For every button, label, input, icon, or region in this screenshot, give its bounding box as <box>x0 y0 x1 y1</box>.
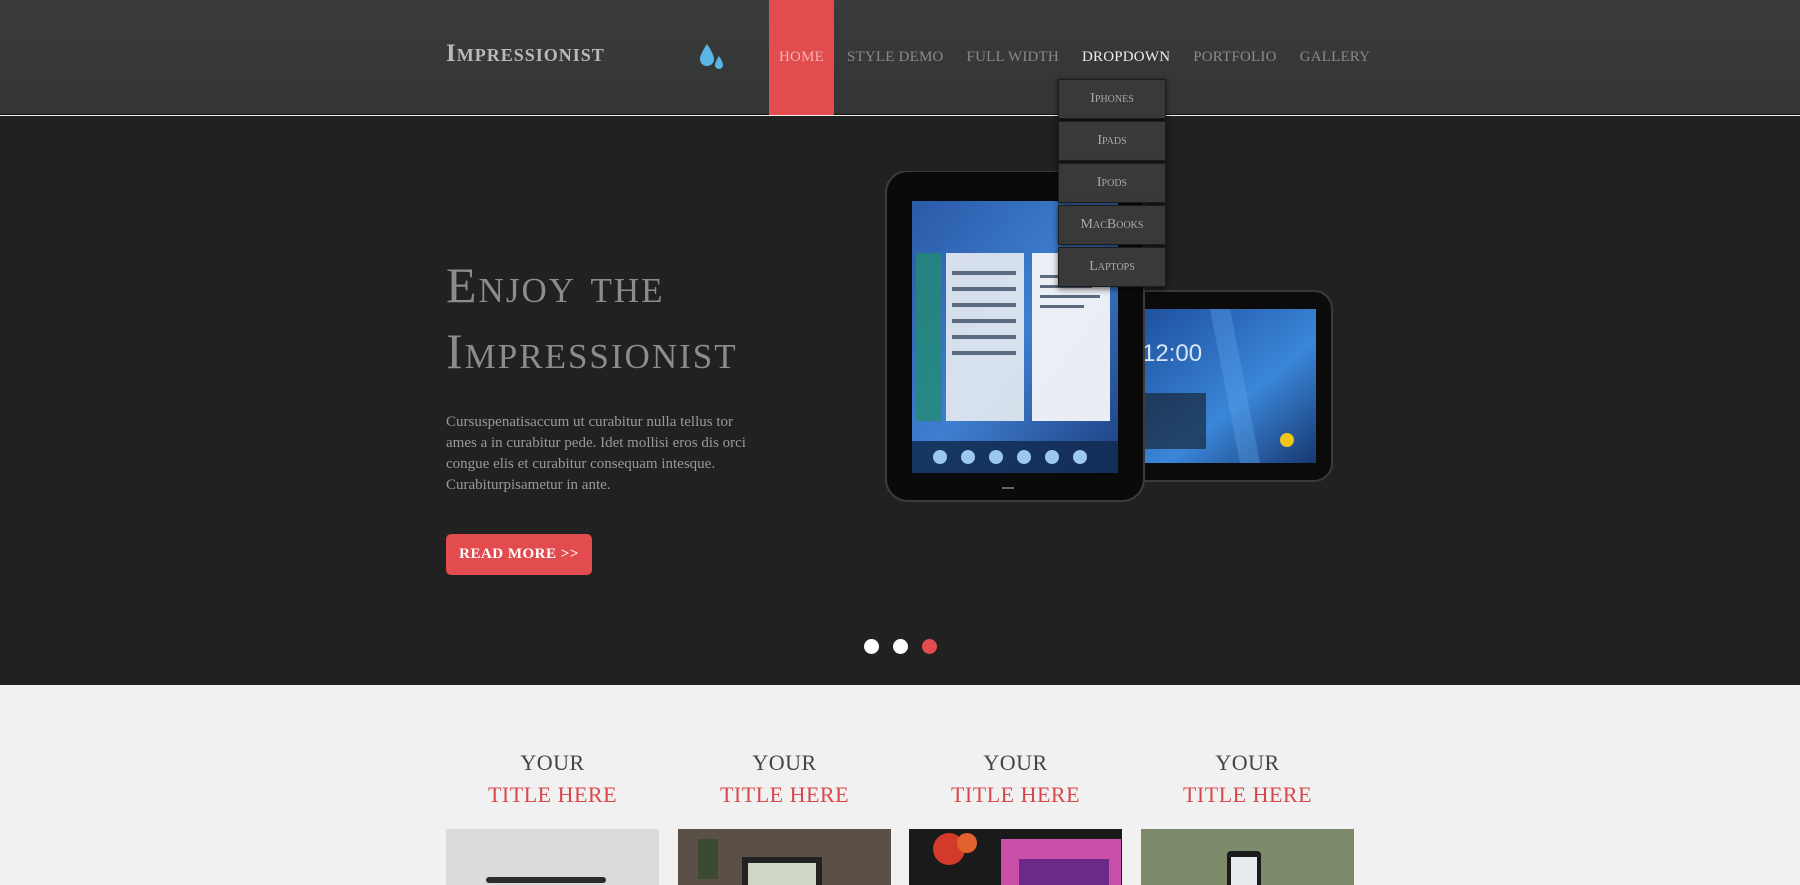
feature-image-3[interactable] <box>909 829 1122 885</box>
feature-title-line2: Title here <box>487 782 618 807</box>
device-clock: 12:00 <box>1142 340 1202 367</box>
slider-dots <box>864 639 937 654</box>
hero-description: Cursuspenatisaccum ut curabitur nulla te… <box>446 414 746 493</box>
dropdown-item-ipads[interactable]: Ipads <box>1058 121 1166 161</box>
feature-card-3: Your Title here <box>909 750 1122 808</box>
feature-title-line1: Your <box>520 750 585 775</box>
feature-title-line2: Title here <box>719 782 850 807</box>
water-drop-icon <box>700 44 723 69</box>
site-logo[interactable]: Impressionist <box>446 40 605 68</box>
nav-gallery[interactable]: Gallery <box>1290 0 1381 115</box>
hero-title: Enjoy the Impressionist <box>446 252 866 384</box>
feature-card-2: Your Title here <box>678 750 891 808</box>
nav-home[interactable]: Home <box>769 0 834 115</box>
site-header: Impressionist Home Style Demo Full Width… <box>0 0 1800 115</box>
feature-title-line1: Your <box>752 750 817 775</box>
read-more-button[interactable]: READ MORE >> <box>446 534 592 575</box>
feature-title-line1: Your <box>1215 750 1280 775</box>
feature-image-4[interactable] <box>1141 829 1354 885</box>
dropdown-item-iphones[interactable]: Iphones <box>1058 79 1166 119</box>
nav-full-width[interactable]: Full Width <box>957 0 1069 115</box>
nav-style-demo[interactable]: Style Demo <box>837 0 954 115</box>
hero-title-line2: Impressionist <box>446 323 738 379</box>
hero-title-line1: Enjoy the <box>446 257 665 313</box>
feature-card-1: Your Title here <box>446 750 659 808</box>
dropdown-item-macbooks[interactable]: MacBooks <box>1058 205 1166 245</box>
feature-title-line2: Title here <box>950 782 1081 807</box>
dropdown-item-ipods[interactable]: Ipods <box>1058 163 1166 203</box>
slider-dot-2[interactable] <box>893 639 908 654</box>
hero-slider: Enjoy the Impressionist Cursuspenatisacc… <box>0 116 1800 685</box>
feature-image-1[interactable] <box>446 829 659 885</box>
features-section: Your Title here Your Title here Your Tit… <box>0 692 1800 885</box>
feature-image-2[interactable] <box>678 829 891 885</box>
feature-title-line1: Your <box>983 750 1048 775</box>
feature-title-line2: Title here <box>1182 782 1313 807</box>
dropdown-item-laptops[interactable]: Laptops <box>1058 247 1166 287</box>
slider-dot-3[interactable] <box>922 639 937 654</box>
slider-dot-1[interactable] <box>864 639 879 654</box>
dropdown-menu: Iphones Ipads Ipods MacBooks Laptops <box>1058 79 1166 289</box>
feature-card-4: Your Title here <box>1141 750 1354 808</box>
nav-portfolio[interactable]: Portfolio <box>1183 0 1286 115</box>
